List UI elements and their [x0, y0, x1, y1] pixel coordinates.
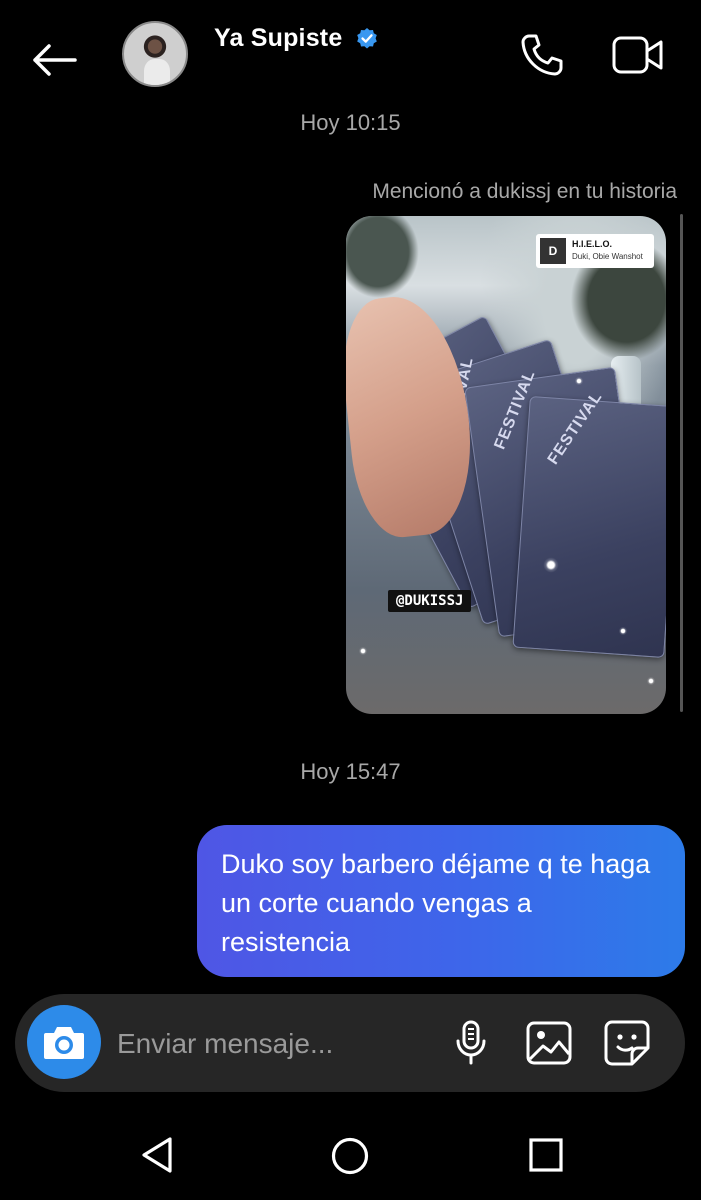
video-camera-icon [612, 36, 663, 74]
album-art: D [540, 238, 566, 264]
camera-icon [44, 1027, 84, 1059]
voice-message-button[interactable] [449, 1018, 493, 1068]
system-back-button[interactable] [130, 1132, 182, 1178]
phone-icon [521, 34, 563, 76]
microphone-icon [456, 1020, 486, 1065]
music-sticker: D H.I.E.L.O. Duki, Obie Wanshot [536, 234, 654, 268]
avatar[interactable] [122, 21, 188, 87]
image-icon [526, 1021, 572, 1065]
timestamp: Hoy 10:15 [300, 110, 401, 135]
arrow-left-icon [33, 44, 77, 76]
scrollbar[interactable] [680, 214, 683, 712]
message-input[interactable] [115, 1018, 449, 1070]
camera-button[interactable] [27, 1005, 101, 1079]
call-button[interactable] [517, 30, 567, 80]
message-composer [15, 994, 685, 1092]
back-button[interactable] [26, 34, 82, 86]
story-preview[interactable]: FESTIVAL FESTIVAL FESTIVAL FESTIVAL D H.… [346, 216, 666, 714]
sparkle-icon [574, 376, 584, 386]
video-call-button[interactable] [609, 30, 667, 80]
sparkle-icon [542, 556, 560, 574]
system-navigation-bar [0, 1110, 701, 1200]
contact-name[interactable]: Ya Supiste [214, 24, 342, 53]
sent-message-bubble[interactable]: Duko soy barbero déjame q te haga un cor… [197, 825, 685, 977]
chat-header: Ya Supiste [0, 0, 701, 110]
sticker-icon [604, 1020, 650, 1066]
triangle-back-icon [142, 1137, 172, 1173]
timestamp: Hoy 15:47 [300, 759, 401, 784]
song-artists: Duki, Obie Wanshot [572, 252, 643, 261]
sparkle-icon [358, 646, 368, 656]
mention-tag: @DUKISSJ [388, 590, 472, 612]
song-title: H.I.E.L.O. [572, 239, 613, 249]
story-mention-label: Mencionó a dukissj en tu historia [372, 180, 677, 203]
sticker-button[interactable] [601, 1018, 653, 1068]
story-tree [346, 216, 426, 306]
sparkle-icon [646, 676, 656, 686]
system-home-button[interactable] [324, 1130, 376, 1182]
square-recents-icon [529, 1138, 563, 1172]
system-recents-button[interactable] [520, 1132, 572, 1178]
verified-badge-icon [357, 28, 377, 49]
story-ticket: FESTIVAL [512, 388, 666, 658]
circle-home-icon [331, 1137, 369, 1175]
sparkle-icon [618, 626, 628, 636]
gallery-button[interactable] [523, 1018, 575, 1068]
